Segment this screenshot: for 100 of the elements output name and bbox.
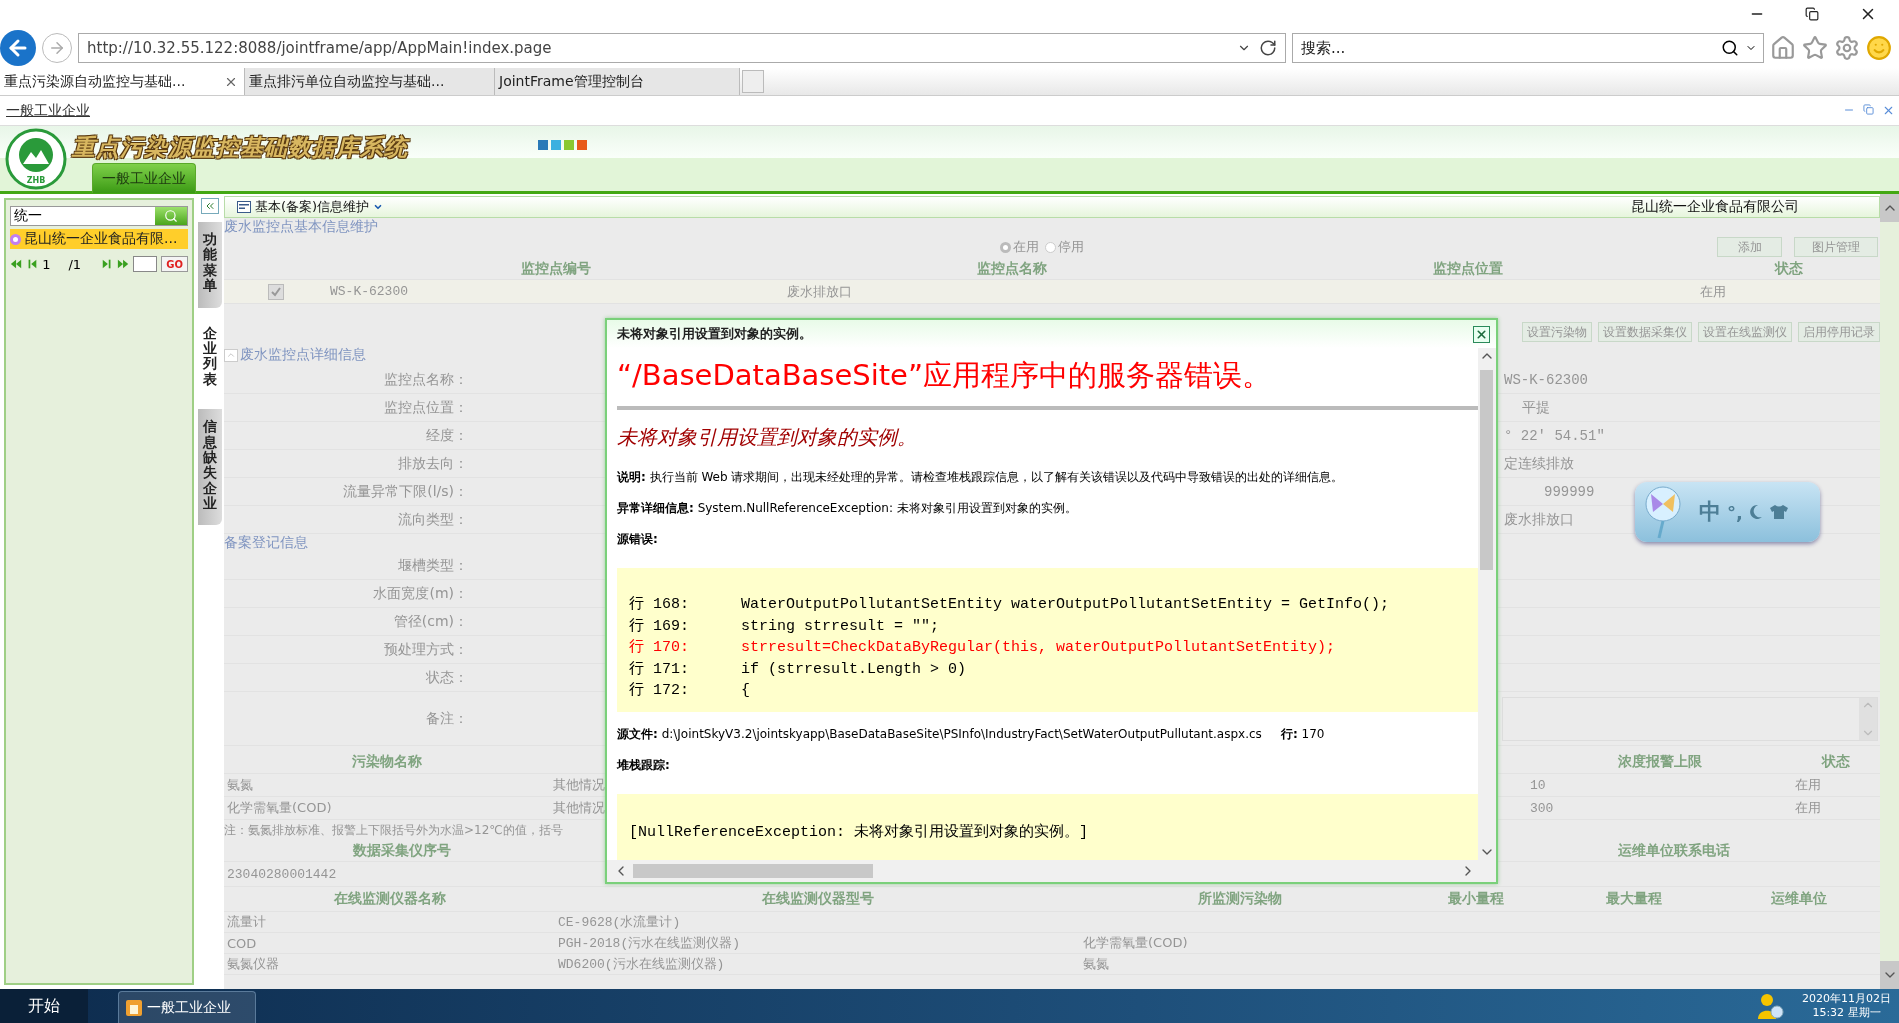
home-icon[interactable] <box>1770 35 1796 61</box>
table-cell-text: 10 <box>1529 777 1546 793</box>
menu-button[interactable]: 基本(备案)信息维护 <box>237 198 384 216</box>
address-field[interactable]: http://10.32.55.122:8088/jointframe/app/AppMain!index.page <box>78 33 1286 63</box>
logo: ZHB <box>5 127 67 190</box>
star-icon[interactable] <box>1802 35 1828 61</box>
theme-swatch-icon[interactable] <box>577 140 587 150</box>
browser-tab[interactable]: JointFrame管理控制台 <box>495 68 740 95</box>
new-tab-button[interactable] <box>742 70 764 93</box>
close-button[interactable] <box>1473 325 1490 343</box>
column-header: 在线监测仪器型号 <box>761 890 874 908</box>
search-button[interactable] <box>155 207 187 225</box>
code-line: WaterOutputPollutantSetEntity waterOutputPollutantSetEntity = GetInfo(); <box>741 595 1390 615</box>
settings-icon[interactable] <box>1834 35 1860 61</box>
table-cell-text: 23040280001442 <box>226 866 337 882</box>
last-page-icon[interactable] <box>117 257 130 271</box>
search-icon[interactable] <box>1721 39 1739 57</box>
collapse-button[interactable] <box>224 348 238 362</box>
page-number: 1 <box>42 256 51 272</box>
time-text: 15:32 星期一 <box>1812 1006 1881 1020</box>
table-cell-text: 化学需氧量(COD) <box>1082 934 1188 952</box>
taskbar-item[interactable]: 一般工业企业 <box>118 991 256 1023</box>
search-input[interactable]: 搜索... <box>1299 38 1715 58</box>
company-name: 昆山统一企业食品有限公司 <box>1631 198 1799 216</box>
scroll-down-button[interactable] <box>1880 961 1899 989</box>
refresh-icon[interactable] <box>1259 39 1277 57</box>
go-button[interactable]: GO <box>161 256 188 272</box>
scroll-up-button[interactable] <box>1880 194 1899 222</box>
collapse-button[interactable] <box>201 198 219 214</box>
table-cell-text: 在用 <box>1794 799 1821 817</box>
field-label: 排放去向： <box>397 454 469 473</box>
table-cell-text: WD6200(污水在线监测仪器) <box>557 956 725 973</box>
scrollbar-thumb[interactable] <box>1480 370 1493 570</box>
field-label: 监控点名称： <box>383 370 469 389</box>
table-cell-text: 氨氮 <box>226 776 253 794</box>
moon-icon[interactable] <box>1748 504 1763 520</box>
browser-tab[interactable]: 重点排污单位自动监控与基础... <box>245 68 495 95</box>
column-header: 状态 <box>1774 259 1803 278</box>
url-text: http://10.32.55.122:8088/jointframe/app/AppMain!index.page <box>87 39 552 57</box>
table-cell-text: 在用 <box>1699 282 1726 301</box>
line-number: 行 170: <box>629 638 690 658</box>
error-heading: “/BaseDataBaseSite”应用程序中的服务器错误。 <box>617 357 1272 394</box>
column-header: 监控点位置 <box>1433 259 1503 278</box>
search-icon <box>164 209 178 223</box>
column-header: 浓度报警上限 <box>1617 752 1702 771</box>
note-text: 注：氨氮排放标准、报警上下限括号外为水温>12℃的值，括号 <box>224 821 563 839</box>
field-label: 备注： <box>425 709 469 728</box>
sidebar-search-field[interactable]: 统一 <box>10 206 188 226</box>
field-label: 管径(cm)： <box>392 612 469 631</box>
theme-swatch-icon[interactable] <box>551 140 561 150</box>
field-value: ° 22′ 54.51″ <box>1504 427 1605 444</box>
table-cell-text: 在用 <box>1794 776 1821 794</box>
form-icon <box>237 201 251 213</box>
shirt-icon[interactable] <box>1768 504 1789 520</box>
browser-tab[interactable]: 重点污染源自动监控与基础... <box>0 68 245 95</box>
table-cell-text: 化学需氧量(COD) <box>226 799 332 817</box>
date-text: 2020年11月02日 <box>1802 992 1891 1006</box>
code-line: string strresult = ""; <box>741 616 940 637</box>
table-cell-text: WS-K-62300 <box>329 284 408 299</box>
section-title: 废水监控点详细信息 <box>240 346 366 364</box>
table-cell-text: 氨氮仪器 <box>226 955 279 973</box>
page-input[interactable] <box>133 256 158 272</box>
previous-page-icon[interactable] <box>26 257 39 271</box>
code-line: if (strresult.Length > 0) <box>741 659 967 680</box>
start-button[interactable]: 开始 <box>0 989 88 1023</box>
side-tab[interactable]: 功能菜单 <box>198 222 222 308</box>
theme-swatch-icon[interactable] <box>538 140 548 150</box>
field-label: 水面宽度(m)： <box>372 584 469 603</box>
exception-details-text: 异常详细信息: System.NullReferenceException: 未将对象引用设置到对象的实例。 <box>617 500 1078 517</box>
theme-swatch-icon[interactable] <box>564 140 574 150</box>
column-header: 污染物名称 <box>352 752 422 771</box>
scrollbar-thumb[interactable] <box>633 864 873 878</box>
description-text: 说明: 执行当前 Web 请求期间，出现未经处理的异常。请检查堆栈跟踪信息，以了解有关该错误以及代码中导致错误的出处的详细信息。 <box>617 469 1345 486</box>
forward-button[interactable] <box>42 33 72 63</box>
table-cell-text: 氨氮 <box>1082 955 1109 973</box>
restore-icon[interactable] <box>1805 7 1819 21</box>
side-tab[interactable]: 信息缺失企业 <box>198 409 222 526</box>
line-number: 行 172: <box>629 681 690 701</box>
source-file-text: 源文件: d:\JointSkyV3.2\jointskyapp\BaseDataBaseSite\PSInfo\IndustryFact\SetWaterOutputPullutant.aspx.cs 行: 170 <box>617 725 1326 743</box>
first-page-icon[interactable] <box>10 257 23 271</box>
smiley-icon[interactable] <box>1866 35 1892 61</box>
app-icon <box>125 998 143 1017</box>
line-number: 行 169: <box>629 616 690 637</box>
table-cell-text: PGH-2018(污水在线监测仪器) <box>557 935 740 952</box>
chevron-up-icon <box>226 350 236 360</box>
search-field[interactable]: 搜索... <box>1292 33 1764 63</box>
code-line: strresult=CheckDataByRegular(this, waterOutputPollutantSetEntity); <box>741 638 1336 658</box>
field-value: 定连续排放 <box>1504 454 1574 473</box>
user-icon[interactable] <box>1756 992 1784 1020</box>
module-tab[interactable]: 一般工业企业 <box>92 163 196 193</box>
dialog-title: 未将对象引用设置到对象的实例。 <box>617 325 812 343</box>
table-cell-text: 其他情况 <box>552 776 605 794</box>
field-label: 状态： <box>425 668 469 687</box>
company-list-item[interactable]: 昆山统一企业食品有限... <box>10 229 188 249</box>
column-header: 运维单位 <box>1770 890 1827 908</box>
table-cell-text: COD <box>226 935 257 951</box>
row-checkbox[interactable] <box>267 283 284 300</box>
back-button[interactable] <box>0 30 36 66</box>
page-title: 一般工业企业 <box>6 101 90 120</box>
stack-trace-label: 堆栈跟踪: <box>617 756 671 774</box>
